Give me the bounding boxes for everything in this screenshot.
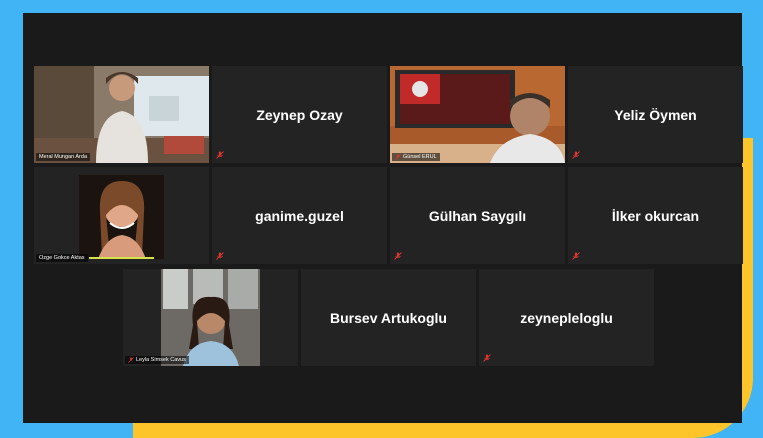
participant-tile[interactable]: Gülhan Saygılı xyxy=(390,167,565,264)
participant-video xyxy=(34,66,209,163)
participant-name: zeynepleloglu xyxy=(520,309,613,326)
mic-muted-icon xyxy=(128,357,134,363)
participant-tile[interactable]: İlker okurcan xyxy=(568,167,743,264)
participant-label: Ozge Gokce Aktas xyxy=(36,254,88,262)
participant-label: Meral Mungan Arda xyxy=(36,153,90,161)
participant-tile[interactable]: Zeynep Ozay xyxy=(212,66,387,163)
participant-tile[interactable]: Günsel ERUL xyxy=(390,66,565,163)
participant-video xyxy=(123,269,298,366)
video-gallery-window: Meral Mungan Arda Zeynep Ozay Günsel ERU… xyxy=(23,13,743,423)
mic-muted-icon xyxy=(395,154,401,160)
participant-tile[interactable]: Meral Mungan Arda xyxy=(34,66,209,163)
mic-muted-icon xyxy=(483,354,491,362)
participant-video xyxy=(34,167,209,264)
participant-tile[interactable]: Yeliz Öymen xyxy=(568,66,743,163)
participant-name: Zeynep Ozay xyxy=(256,106,343,123)
participant-name: Bursev Artukoglu xyxy=(330,309,447,326)
participant-tile[interactable]: Ozge Gokce Aktas xyxy=(34,167,209,264)
participant-name: İlker okurcan xyxy=(611,207,700,224)
participant-name: Yeliz Öymen xyxy=(614,106,697,123)
participant-name: ganime.guzel xyxy=(255,207,344,224)
participant-tile[interactable]: Leyla Simsek Cavus xyxy=(123,269,298,366)
mic-muted-icon xyxy=(216,151,224,159)
participant-tile[interactable]: zeynepleloglu xyxy=(479,269,654,366)
participant-video xyxy=(390,66,565,163)
mic-muted-icon xyxy=(216,252,224,260)
mic-muted-icon xyxy=(572,151,580,159)
mic-muted-icon xyxy=(394,252,402,260)
participant-label: Leyla Simsek Cavus xyxy=(125,356,189,364)
participant-tile[interactable]: ganime.guzel xyxy=(212,167,387,264)
participant-tile[interactable]: Bursev Artukoglu xyxy=(301,269,476,366)
participant-label: Günsel ERUL xyxy=(392,153,440,161)
mic-muted-icon xyxy=(572,252,580,260)
participant-name: Gülhan Saygılı xyxy=(428,207,527,224)
